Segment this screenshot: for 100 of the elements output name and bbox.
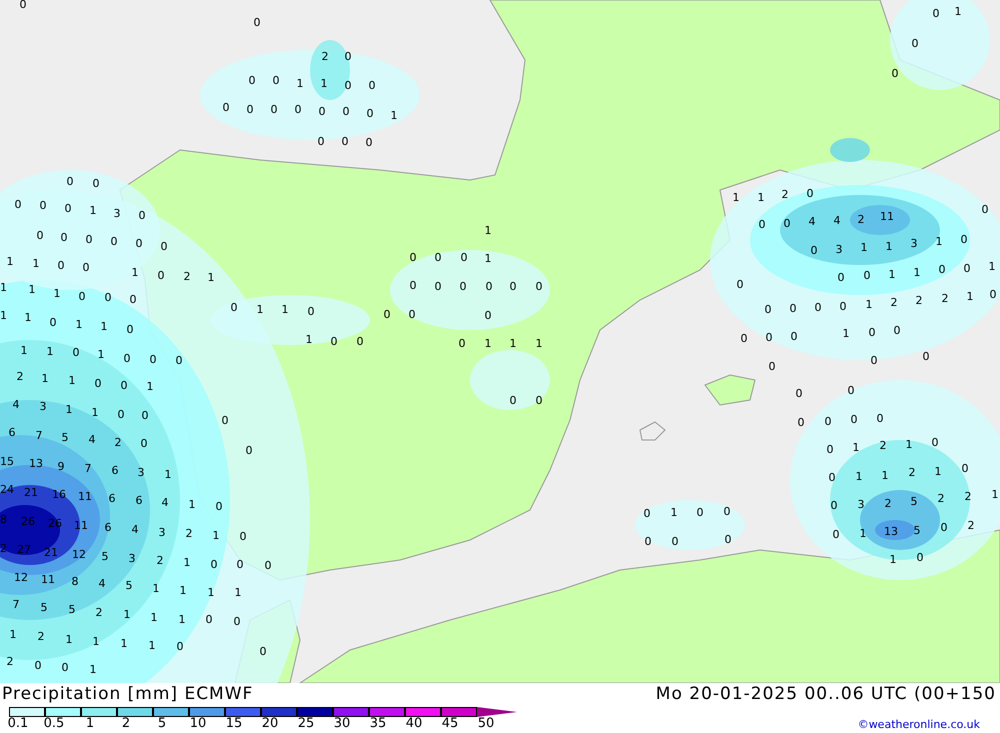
precipitation-value: 0 <box>644 536 652 547</box>
precipitation-value: 0 <box>62 662 68 673</box>
precipitation-value: 0 <box>510 281 516 292</box>
precipitation-value: 0 <box>848 385 854 396</box>
precipitation-value: 0 <box>784 218 790 229</box>
precipitation-value: 0 <box>724 534 732 545</box>
precipitation-value: 0 <box>246 104 254 115</box>
precipitation-value: 0 <box>892 68 898 79</box>
precipitation-value: 0 <box>216 501 222 512</box>
precipitation-value: 5 <box>62 432 68 443</box>
precipitation-value: 0 <box>536 395 542 406</box>
precipitation-value: 0 <box>86 234 92 245</box>
precipitation-value: 0 <box>240 531 246 542</box>
precipitation-value: 0 <box>50 317 56 328</box>
scale-label: 50 <box>476 717 496 731</box>
precipitation-value: 3 <box>910 238 918 249</box>
precipitation-value: 24 <box>0 484 14 495</box>
precipitation-value: 5 <box>126 580 132 591</box>
precipitation-value: 0 <box>58 260 64 271</box>
precipitation-value: 0 <box>246 445 252 456</box>
precipitation-value: 0 <box>460 281 466 292</box>
precipitation-value: 9 <box>58 461 64 472</box>
precipitation-value: 1 <box>92 636 100 647</box>
precipitation-value: 5 <box>914 525 920 536</box>
precipitation-value: 0 <box>796 388 802 399</box>
precipitation-value: 1 <box>860 242 868 253</box>
precipitation-value: 0 <box>840 301 846 312</box>
precipitation-value: 0 <box>932 437 938 448</box>
precipitation-value: 0 <box>120 380 128 391</box>
precipitation-value: 21 <box>44 547 58 558</box>
precipitation-value: 0 <box>344 51 352 62</box>
precipitation-value: 0 <box>160 241 168 252</box>
precipitation-value: 0 <box>140 438 148 449</box>
precipitation-value: 2 <box>968 520 974 531</box>
precipitation-value: 0 <box>158 270 164 281</box>
precipitation-value: 1 <box>954 6 962 17</box>
precipitation-value: 27 <box>17 544 31 555</box>
precipitation-value: 2 <box>908 467 916 478</box>
precipitation-value: 0 <box>36 230 44 241</box>
precipitation-value: 4 <box>98 578 106 589</box>
precipitation-value: 6 <box>8 427 16 438</box>
scale-label: 10 <box>188 717 208 731</box>
precipitation-value: 0 <box>142 410 148 421</box>
precipitation-value: 0 <box>798 417 804 428</box>
precipitation-value: 4 <box>132 524 138 535</box>
precipitation-value: 1 <box>66 404 72 415</box>
precipitation-value: 1 <box>178 614 186 625</box>
precipitation-value: 12 <box>14 572 28 583</box>
precipitation-value: 0 <box>366 137 372 148</box>
precipitation-value: 1 <box>320 78 328 89</box>
precipitation-value: 2 <box>38 631 44 642</box>
precipitation-value: 15 <box>0 456 14 467</box>
precipitation-value: 0 <box>826 444 834 455</box>
precipitation-value: 0 <box>696 507 704 518</box>
precipitation-value: 2 <box>916 295 922 306</box>
precipitation-value: 0 <box>344 80 352 91</box>
precipitation-value: 1 <box>234 587 242 598</box>
precipitation-value: 1 <box>0 310 7 321</box>
precipitation-value: 0 <box>766 332 772 343</box>
precipitation-value: 1 <box>882 470 888 481</box>
precipitation-value: 5 <box>68 604 76 615</box>
precipitation-value: 0 <box>342 106 350 117</box>
precipitation-value: 7 <box>84 463 92 474</box>
precipitation-value: 1 <box>536 338 542 349</box>
precipitation-value: 0 <box>78 291 86 302</box>
precipitation-value: 0 <box>126 324 134 335</box>
precipitation-value: 26 <box>21 516 35 527</box>
precipitation-value: 1 <box>24 312 32 323</box>
scale-label: 20 <box>260 717 280 731</box>
precipitation-value: 1 <box>90 664 96 675</box>
credit-link[interactable]: ©weatheronline.co.uk <box>858 707 980 733</box>
precipitation-value: 0 <box>486 281 492 292</box>
precipitation-value: 0 <box>740 333 748 344</box>
precipitation-value: 1 <box>988 261 996 272</box>
precipitation-value: 1 <box>670 507 678 518</box>
precipitation-value: 13 <box>884 526 898 537</box>
precipitation-value: 0 <box>138 210 146 221</box>
precipitation-value: 1 <box>188 499 196 510</box>
precipitation-value: 1 <box>306 334 312 345</box>
precipitation-value: 26 <box>48 518 62 529</box>
precipitation-value: 0 <box>814 302 822 313</box>
precipitation-value: 3 <box>40 401 46 412</box>
scale-label: 40 <box>404 717 424 731</box>
precipitation-value: 0 <box>264 560 272 571</box>
precipitation-value: 0 <box>806 188 814 199</box>
precipitation-value: 6 <box>136 495 142 506</box>
precipitation-value: 1 <box>66 634 72 645</box>
precipitation-value: 0 <box>434 252 442 263</box>
precipitation-value: 1 <box>860 528 866 539</box>
scale-label: 25 <box>296 717 316 731</box>
precipitation-value: 0 <box>356 336 364 347</box>
precipitation-value: 0 <box>308 306 314 317</box>
precipitation-value: 0 <box>260 646 266 657</box>
precipitation-value: 2 <box>782 189 788 200</box>
precipitation-value: 0 <box>982 204 988 215</box>
precipitation-value: 0 <box>736 279 744 290</box>
precipitation-value: 0 <box>210 559 218 570</box>
precipitation-value: 0 <box>868 327 876 338</box>
precipitation-value: 11 <box>74 520 88 531</box>
precipitation-value: 1 <box>90 205 96 216</box>
